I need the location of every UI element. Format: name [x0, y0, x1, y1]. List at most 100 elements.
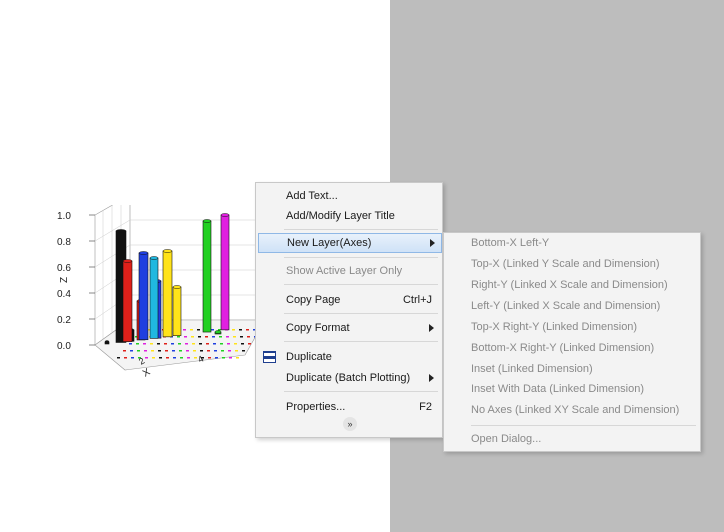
floor-marker	[178, 343, 181, 345]
floor-marker	[171, 343, 174, 345]
submenu-item[interactable]: Left-Y (Linked X Scale and Dimension)	[471, 296, 660, 316]
z-axis-label: Z	[59, 277, 70, 283]
floor-marker	[131, 357, 134, 359]
floor-marker	[212, 336, 215, 338]
menu-item-label: Copy Page	[286, 294, 341, 306]
3d-bar-chart[interactable]: 1.0 0.8 0.6 0.4 0.2 0.0 Z 2 4 X	[55, 205, 270, 380]
floor-marker	[172, 350, 175, 352]
floor-marker	[184, 336, 187, 338]
menu-item-new-layer[interactable]: New Layer(Axes)	[258, 233, 442, 253]
floor-marker	[248, 343, 251, 345]
menu-item-show-active-layer: Show Active Layer Only	[258, 261, 440, 281]
menu-item-label: New Layer(Axes)	[287, 237, 372, 249]
floor-marker	[145, 357, 148, 359]
new-layer-submenu: Bottom-X Left-Y Top-X (Linked Y Scale an…	[443, 232, 701, 452]
floor-marker	[185, 343, 188, 345]
floor-marker	[179, 350, 182, 352]
floor-marker	[137, 350, 140, 352]
floor-marker	[183, 329, 186, 331]
bar-cap	[172, 285, 182, 289]
menu-separator	[284, 341, 438, 342]
floor-marker	[208, 357, 211, 359]
floor-marker	[193, 350, 196, 352]
floor-marker	[123, 350, 126, 352]
bar-cap	[220, 213, 230, 217]
menu-item-duplicate[interactable]: Duplicate	[258, 347, 440, 367]
floor-marker	[144, 350, 147, 352]
floor-marker	[124, 357, 127, 359]
floor-marker	[200, 350, 203, 352]
menu-item-label: Show Active Layer Only	[286, 265, 403, 277]
submenu-item[interactable]: Bottom-X Left-Y	[471, 233, 549, 253]
floor-marker	[190, 329, 193, 331]
z-tick: 1.0	[57, 211, 71, 222]
duplicate-icon	[263, 351, 276, 363]
floor-marker	[241, 343, 244, 345]
menu-item-label: Add/Modify Layer Title	[286, 210, 395, 222]
floor-marker	[151, 350, 154, 352]
menu-item-add-layer-title[interactable]: Add/Modify Layer Title	[258, 206, 440, 226]
menu-item-copy-page[interactable]: Copy Page Ctrl+J	[258, 290, 440, 310]
floor-marker	[219, 336, 222, 338]
z-axis: 1.0 0.8 0.6 0.4 0.2 0.0 Z	[57, 211, 71, 352]
submenu-item[interactable]: Bottom-X Right-Y (Linked Dimension)	[471, 338, 654, 358]
shortcut-label: Ctrl+J	[402, 294, 432, 306]
menu-separator	[284, 284, 438, 285]
floor-marker	[186, 350, 189, 352]
menu-item-add-text[interactable]: Add Text...	[258, 186, 440, 206]
floor-marker	[205, 336, 208, 338]
bar-cap	[104, 340, 110, 344]
floor-marker	[246, 329, 249, 331]
floor-marker	[164, 343, 167, 345]
menu-item-duplicate-batch[interactable]: Duplicate (Batch Plotting)	[258, 368, 440, 388]
floor-marker	[206, 343, 209, 345]
submenu-item[interactable]: Top-X (Linked Y Scale and Dimension)	[471, 254, 660, 274]
floor-marker	[143, 343, 146, 345]
floor-marker	[157, 343, 160, 345]
floor-marker	[215, 357, 218, 359]
bar	[220, 214, 230, 331]
floor-marker	[220, 343, 223, 345]
submenu-item-open-dialog[interactable]: Open Dialog...	[471, 429, 541, 449]
floor-marker	[233, 336, 236, 338]
floor-marker	[214, 350, 217, 352]
submenu-item[interactable]: Right-Y (Linked X Scale and Dimension)	[471, 275, 668, 295]
menu-separator	[471, 425, 696, 426]
bar	[162, 250, 173, 338]
bar-cap	[115, 229, 127, 233]
chevron-double-down-icon[interactable]: »	[343, 417, 357, 431]
menu-separator	[284, 313, 438, 314]
submenu-item[interactable]: Top-X Right-Y (Linked Dimension)	[471, 317, 637, 337]
menu-item-label: Copy Format	[286, 322, 350, 334]
floor-marker	[166, 357, 169, 359]
floor-marker	[207, 350, 210, 352]
bar-cap	[138, 251, 149, 255]
z-axis-ticks	[89, 214, 95, 346]
floor-marker	[239, 329, 242, 331]
floor-marker	[192, 343, 195, 345]
submenu-item[interactable]: Inset (Linked Dimension)	[471, 359, 593, 379]
floor-marker	[130, 350, 133, 352]
z-tick: 0.2	[57, 315, 71, 326]
bar-cap	[162, 249, 173, 253]
floor-marker	[213, 343, 216, 345]
floor-marker	[173, 357, 176, 359]
floor-marker	[165, 350, 168, 352]
menu-item-label: Add Text...	[286, 190, 338, 202]
floor-marker	[136, 343, 139, 345]
bar	[138, 252, 149, 341]
menu-item-properties[interactable]: Properties... F2	[258, 397, 440, 417]
floor-marker	[226, 336, 229, 338]
floor-marker	[236, 357, 239, 359]
floor-marker	[117, 357, 120, 359]
bar	[122, 260, 133, 342]
z-tick: 0.6	[57, 263, 71, 274]
floor-marker	[159, 357, 162, 359]
submenu-item[interactable]: No Axes (Linked XY Scale and Dimension)	[471, 400, 679, 420]
floor-marker	[227, 343, 230, 345]
menu-item-copy-format[interactable]: Copy Format	[258, 318, 440, 338]
bar-cap	[202, 219, 212, 223]
submenu-item[interactable]: Inset With Data (Linked Dimension)	[471, 379, 644, 399]
floor-marker	[247, 336, 250, 338]
floor-marker	[228, 350, 231, 352]
